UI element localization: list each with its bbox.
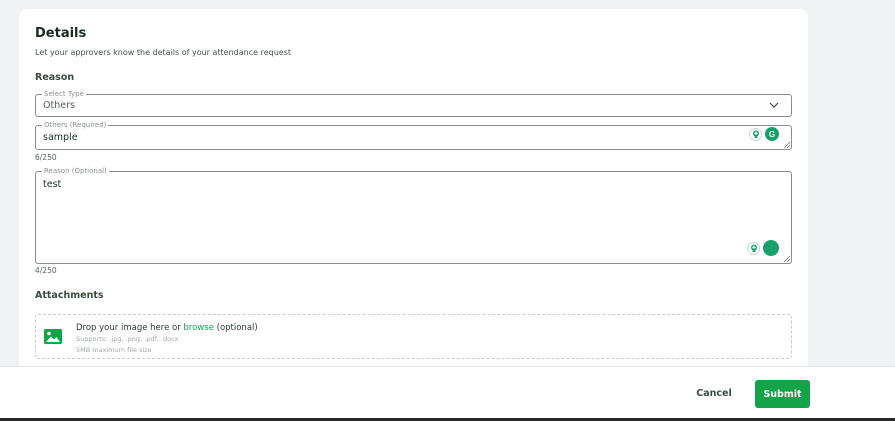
reason-extension-icons bbox=[747, 240, 779, 256]
resize-handle-icon[interactable] bbox=[783, 141, 790, 148]
file-dropzone[interactable]: Drop your image here or browse (optional… bbox=[35, 314, 792, 359]
form-footer: Cancel Submit bbox=[0, 366, 895, 418]
details-title: Details bbox=[35, 26, 87, 41]
select-type-value: Others bbox=[43, 100, 75, 111]
others-legend: Others (Required) bbox=[42, 121, 109, 129]
cancel-button[interactable]: Cancel bbox=[688, 380, 740, 406]
lightbulb-icon[interactable] bbox=[747, 241, 760, 255]
grammarly-icon[interactable]: G bbox=[765, 127, 779, 141]
image-icon bbox=[44, 329, 62, 344]
max-file-size: 5MB maximum file size bbox=[76, 346, 152, 354]
details-card: Details Let your approvers know the deta… bbox=[19, 9, 808, 374]
details-subtitle: Let your approvers know the details of y… bbox=[35, 48, 291, 57]
lightbulb-icon[interactable] bbox=[749, 127, 762, 141]
reason-value: test bbox=[43, 179, 62, 190]
optional-text: (optional) bbox=[216, 323, 258, 333]
others-char-counter: 6/250 bbox=[35, 153, 57, 162]
dropzone-text: Drop your image here or browse (optional… bbox=[76, 323, 258, 333]
reason-section-label: Reason bbox=[35, 72, 75, 83]
select-type-dropdown[interactable]: Select Type Others bbox=[35, 90, 792, 117]
others-value: sample bbox=[43, 132, 78, 143]
chevron-down-icon[interactable] bbox=[769, 100, 779, 110]
reason-char-counter: 4/250 bbox=[35, 266, 57, 275]
browse-link[interactable]: browse bbox=[183, 323, 214, 333]
reason-textarea[interactable]: Reason (Optional) test bbox=[35, 167, 792, 264]
attachments-label: Attachments bbox=[35, 290, 104, 301]
submit-button[interactable]: Submit bbox=[755, 380, 810, 408]
others-extension-icons: G bbox=[749, 127, 779, 141]
others-textarea[interactable]: Others (Required) sample G bbox=[35, 121, 792, 150]
drop-instruction: Drop your image here or bbox=[76, 323, 181, 333]
grammarly-icon[interactable] bbox=[763, 240, 779, 256]
resize-handle-icon[interactable] bbox=[783, 255, 790, 262]
supported-formats: Supports: .jpg, .png, .pdf, .docx bbox=[76, 335, 179, 343]
select-type-legend: Select Type bbox=[42, 90, 86, 98]
reason-legend: Reason (Optional) bbox=[42, 167, 109, 175]
